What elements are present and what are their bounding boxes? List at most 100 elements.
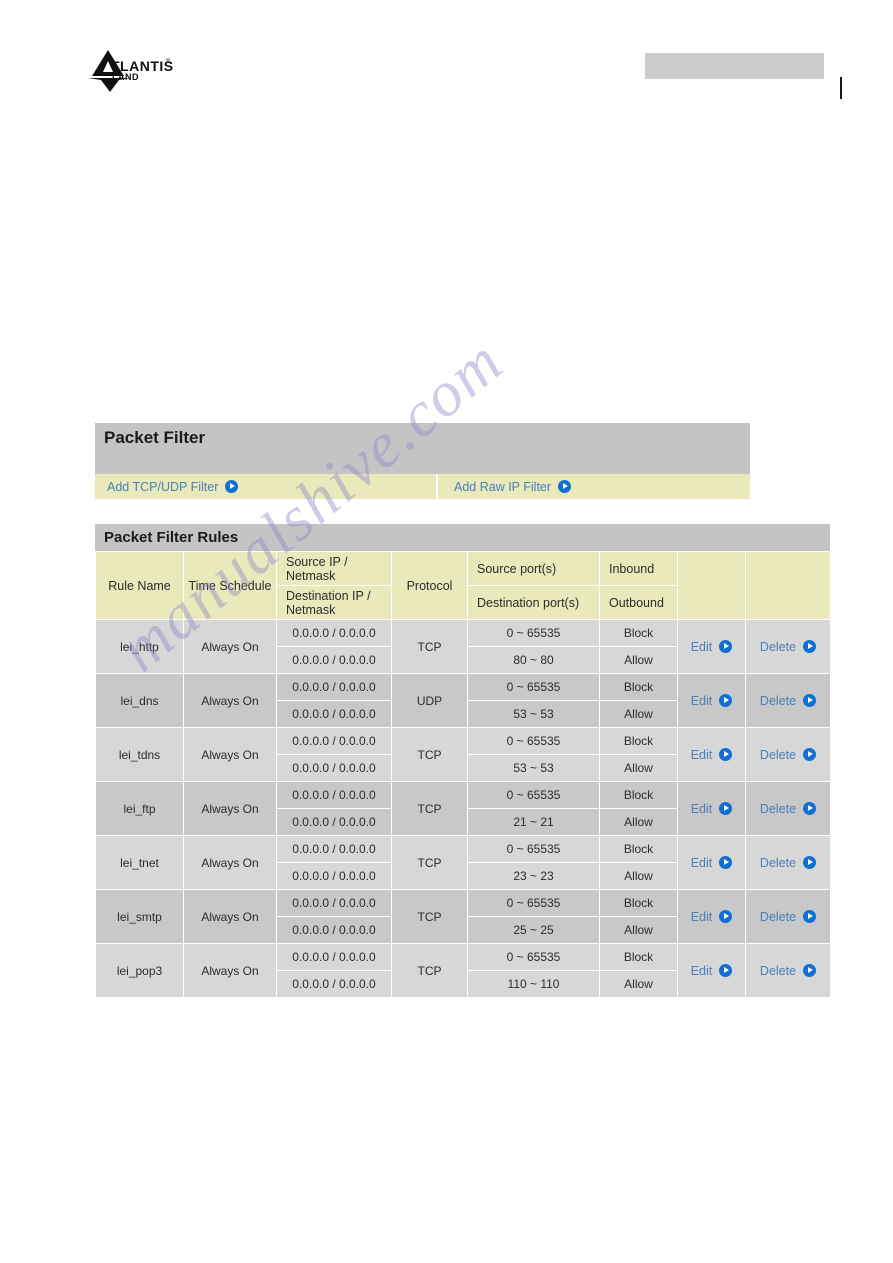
cell-time-schedule: Always On	[183, 781, 277, 836]
edit-button[interactable]: Edit	[677, 619, 746, 674]
cell-inbound: Block	[599, 943, 678, 971]
cell-source-ports: 0 ~ 65535	[467, 673, 600, 701]
table-header-row-top: Rule Name Time Schedule Source IP / Netm…	[95, 551, 831, 620]
cell-rule-name: lei_tnet	[95, 835, 184, 890]
add-tcp-udp-filter-label: Add TCP/UDP Filter	[107, 479, 219, 494]
delete-button[interactable]: Delete	[745, 727, 831, 782]
cell-inbound: Block	[599, 727, 678, 755]
cell-protocol: TCP	[391, 727, 468, 782]
cell-protocol: TCP	[391, 619, 468, 674]
svg-text:®: ®	[166, 58, 171, 65]
cell-destination-ports: 80 ~ 80	[467, 646, 600, 674]
cell-source-ip: 0.0.0.0 / 0.0.0.0	[276, 727, 392, 755]
table-row: lei_ftp Always On 0.0.0.0 / 0.0.0.0 TCP 0 ~ …	[95, 781, 831, 836]
arrow-right-circle-icon	[719, 640, 733, 653]
delete-button[interactable]: Delete	[745, 781, 831, 836]
arrow-right-circle-icon	[803, 964, 817, 977]
add-raw-ip-filter-button[interactable]: Add Raw IP Filter	[438, 474, 750, 499]
edit-button-label: Edit	[690, 693, 713, 708]
delete-button-label: Delete	[759, 855, 797, 870]
cell-source-ports: 0 ~ 65535	[467, 619, 600, 647]
delete-button-label: Delete	[759, 801, 797, 816]
delete-button[interactable]: Delete	[745, 619, 831, 674]
packet-filter-link-bar: Add TCP/UDP Filter Add Raw IP Filter	[95, 474, 750, 499]
header-placeholder-box	[645, 53, 824, 79]
packet-filter-rules-table: Rule Name Time Schedule Source IP / Netm…	[95, 551, 831, 998]
arrow-right-circle-icon	[225, 480, 239, 493]
cell-destination-ip: 0.0.0.0 / 0.0.0.0	[276, 916, 392, 944]
cell-protocol: TCP	[391, 781, 468, 836]
delete-button[interactable]: Delete	[745, 835, 831, 890]
arrow-right-circle-icon	[803, 910, 817, 923]
cell-time-schedule: Always On	[183, 835, 277, 890]
cell-source-ip: 0.0.0.0 / 0.0.0.0	[276, 835, 392, 863]
arrow-right-circle-icon	[719, 802, 733, 815]
cell-outbound: Allow	[599, 862, 678, 890]
arrow-right-circle-icon	[803, 856, 817, 869]
table-row: lei_tdns Always On 0.0.0.0 / 0.0.0.0 TCP 0 ~…	[95, 727, 831, 782]
add-tcp-udp-filter-button[interactable]: Add TCP/UDP Filter	[95, 474, 438, 499]
edit-button[interactable]: Edit	[677, 889, 746, 944]
cell-source-ip: 0.0.0.0 / 0.0.0.0	[276, 781, 392, 809]
cell-source-ports: 0 ~ 65535	[467, 835, 600, 863]
arrow-right-circle-icon	[719, 748, 733, 761]
edit-button[interactable]: Edit	[677, 727, 746, 782]
cell-outbound: Allow	[599, 700, 678, 728]
cell-time-schedule: Always On	[183, 619, 277, 674]
cell-source-ports: 0 ~ 65535	[467, 889, 600, 917]
cell-source-ip: 0.0.0.0 / 0.0.0.0	[276, 619, 392, 647]
arrow-right-circle-icon	[719, 694, 733, 707]
table-header: Rule Name Time Schedule Source IP / Netm…	[95, 551, 831, 620]
arrow-right-circle-icon	[803, 640, 817, 653]
edit-button-label: Edit	[690, 855, 713, 870]
delete-button-label: Delete	[759, 963, 797, 978]
column-header-rule-name: Rule Name	[95, 551, 184, 620]
cell-rule-name: lei_dns	[95, 673, 184, 728]
edit-button-label: Edit	[690, 747, 713, 762]
cell-destination-ports: 21 ~ 21	[467, 808, 600, 836]
table-row: lei_dns Always On 0.0.0.0 / 0.0.0.0 UDP 0 ~ …	[95, 673, 831, 728]
cell-rule-name: lei_pop3	[95, 943, 184, 998]
cell-source-ip: 0.0.0.0 / 0.0.0.0	[276, 943, 392, 971]
delete-button-label: Delete	[759, 639, 797, 654]
add-raw-ip-filter-label: Add Raw IP Filter	[454, 479, 552, 494]
cell-outbound: Allow	[599, 916, 678, 944]
column-header-edit	[677, 551, 746, 620]
cell-destination-ip: 0.0.0.0 / 0.0.0.0	[276, 862, 392, 890]
cell-rule-name: lei_smtp	[95, 889, 184, 944]
delete-button[interactable]: Delete	[745, 889, 831, 944]
cell-outbound: Allow	[599, 646, 678, 674]
arrow-right-circle-icon	[803, 802, 817, 815]
cell-protocol: TCP	[391, 889, 468, 944]
cell-inbound: Block	[599, 619, 678, 647]
edit-button-label: Edit	[690, 909, 713, 924]
column-header-inbound: Inbound	[599, 551, 678, 586]
column-header-destination-ports: Destination port(s)	[467, 585, 600, 620]
column-header-outbound: Outbound	[599, 585, 678, 620]
delete-button-label: Delete	[759, 693, 797, 708]
arrow-right-circle-icon	[719, 856, 733, 869]
cell-destination-ip: 0.0.0.0 / 0.0.0.0	[276, 808, 392, 836]
cell-rule-name: lei_http	[95, 619, 184, 674]
edit-button[interactable]: Edit	[677, 781, 746, 836]
cell-source-ports: 0 ~ 65535	[467, 781, 600, 809]
cell-inbound: Block	[599, 673, 678, 701]
cell-rule-name: lei_tdns	[95, 727, 184, 782]
cell-destination-ip: 0.0.0.0 / 0.0.0.0	[276, 646, 392, 674]
table-body: lei_http Always On 0.0.0.0 / 0.0.0.0 TCP 0 ~…	[95, 619, 831, 998]
delete-button[interactable]: Delete	[745, 673, 831, 728]
cell-source-ports: 0 ~ 65535	[467, 727, 600, 755]
packet-filter-title: Packet Filter	[95, 423, 750, 452]
cell-source-ip: 0.0.0.0 / 0.0.0.0	[276, 889, 392, 917]
edit-button-label: Edit	[690, 639, 713, 654]
header-vertical-rule	[840, 77, 842, 99]
edit-button[interactable]: Edit	[677, 673, 746, 728]
edit-button[interactable]: Edit	[677, 835, 746, 890]
edit-button[interactable]: Edit	[677, 943, 746, 998]
column-header-protocol: Protocol	[391, 551, 468, 620]
column-header-source-ports: Source port(s)	[467, 551, 600, 586]
delete-button[interactable]: Delete	[745, 943, 831, 998]
edit-button-label: Edit	[690, 963, 713, 978]
cell-source-ports: 0 ~ 65535	[467, 943, 600, 971]
cell-inbound: Block	[599, 835, 678, 863]
